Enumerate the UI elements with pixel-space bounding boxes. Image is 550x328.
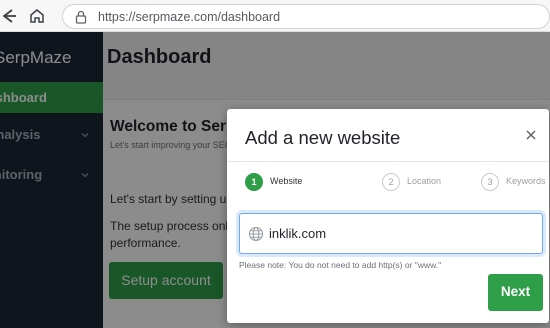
- next-button[interactable]: Next: [488, 274, 543, 311]
- address-bar[interactable]: https://serpmaze.com/dashboard: [62, 4, 550, 29]
- step-label: Website: [270, 176, 303, 186]
- home-icon[interactable]: [28, 7, 46, 25]
- url-text[interactable]: https://serpmaze.com/dashboard: [98, 10, 280, 24]
- add-website-modal: Add a new website 1 Website 2 Location 3…: [227, 109, 549, 323]
- close-icon[interactable]: [524, 128, 538, 142]
- browser-toolbar: https://serpmaze.com/dashboard: [0, 0, 550, 32]
- step-label: Keywords: [506, 176, 546, 186]
- modal-divider: [227, 161, 549, 162]
- modal-title: Add a new website: [245, 127, 401, 148]
- website-input-value: inklik.com: [269, 226, 327, 241]
- step-number: 1: [245, 173, 263, 191]
- lock-icon[interactable]: [75, 10, 87, 24]
- next-button-label: Next: [500, 284, 531, 299]
- step-number: 2: [382, 173, 400, 191]
- globe-icon: [248, 226, 264, 242]
- step-number: 3: [481, 173, 499, 191]
- back-arrow-icon[interactable]: [0, 5, 18, 27]
- input-help-note: Please note: You do not need to add http…: [239, 260, 442, 270]
- step-label: Location: [407, 176, 442, 186]
- website-input[interactable]: inklik.com: [239, 213, 543, 254]
